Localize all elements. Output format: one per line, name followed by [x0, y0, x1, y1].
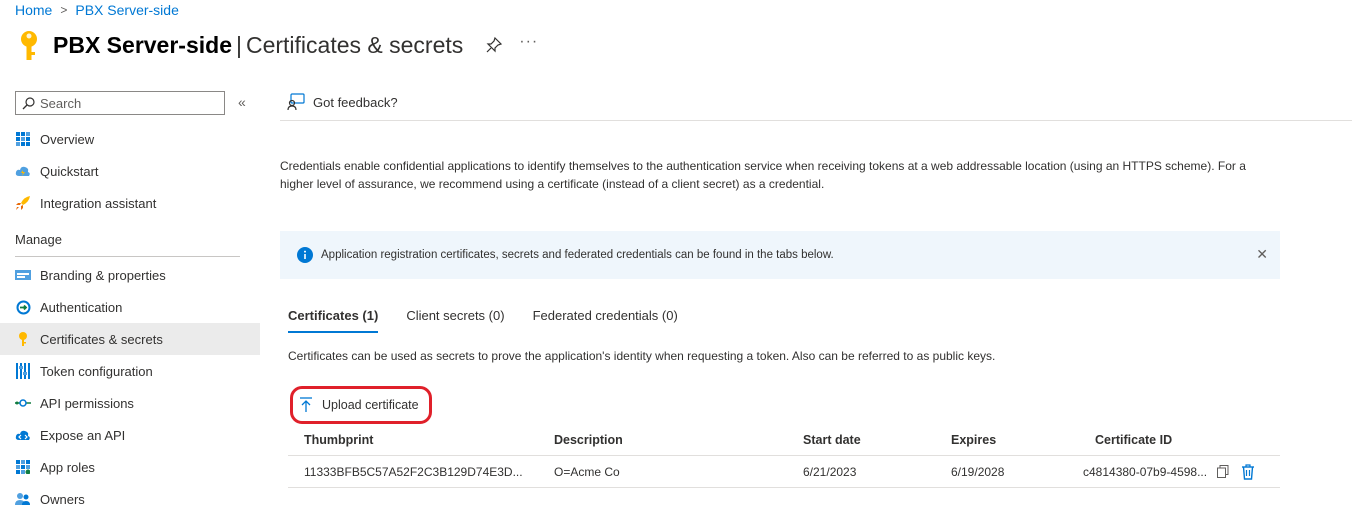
sidebar-item-api-permissions[interactable]: API permissions: [0, 387, 260, 419]
sidebar-item-authentication[interactable]: Authentication: [0, 291, 260, 323]
rocket-icon: [15, 195, 31, 211]
toolbar-divider: [280, 120, 1352, 121]
cell-start-date: 6/21/2023: [803, 464, 857, 479]
info-banner-text: Application registration certificates, s…: [321, 249, 834, 261]
cell-expires: 6/19/2028: [951, 464, 1005, 479]
column-header-thumbprint[interactable]: Thumbprint: [288, 433, 538, 447]
sidebar-item-label: Certificates & secrets: [40, 331, 163, 347]
app-roles-icon: [15, 459, 31, 475]
sidebar-item-label: Token configuration: [40, 363, 153, 379]
info-banner: Application registration certificates, s…: [280, 231, 1280, 279]
tab-client-secrets[interactable]: Client secrets (0): [406, 308, 504, 333]
sidebar-item-branding[interactable]: Branding & properties: [0, 259, 260, 291]
sidebar-item-token-configuration[interactable]: Token configuration: [0, 355, 260, 387]
breadcrumb: Home > PBX Server-side: [15, 2, 179, 18]
close-icon[interactable]: ✕: [1256, 246, 1268, 263]
grid-icon: [15, 131, 31, 147]
column-header-description[interactable]: Description: [538, 433, 787, 447]
sidebar-item-label: Branding & properties: [40, 267, 166, 283]
tab-certificates[interactable]: Certificates (1): [288, 308, 379, 333]
upload-arrow-icon: [300, 397, 312, 412]
pin-icon[interactable]: [485, 36, 503, 54]
cell-thumbprint: 11333BFB5C57A52F2C3B129D74E3D...: [304, 464, 523, 479]
sidebar-item-owners[interactable]: Owners: [0, 483, 260, 515]
collapse-sidebar-icon[interactable]: «: [238, 94, 246, 110]
sidebar-item-label: API permissions: [40, 395, 134, 411]
sidebar-item-label: Expose an API: [40, 427, 126, 443]
owners-icon: [15, 491, 31, 507]
sidebar-item-label: Authentication: [40, 299, 123, 315]
sidebar-item-label: Quickstart: [40, 163, 99, 179]
tab-federated-credentials[interactable]: Federated credentials (0): [533, 308, 678, 333]
sidebar-item-overview[interactable]: Overview: [0, 123, 260, 155]
cloud-icon: [15, 427, 31, 443]
branding-icon: [15, 267, 31, 283]
cell-certificate-id: c4814380-07b9-4598...: [1083, 463, 1280, 480]
upload-certificate-label: Upload certificate: [322, 398, 419, 412]
app-name: PBX Server-side: [53, 31, 232, 58]
breadcrumb-current-link[interactable]: PBX Server-side: [75, 2, 178, 18]
sidebar-item-label: App roles: [40, 459, 95, 475]
page-title: PBX Server-side | Certificates & secrets: [53, 32, 463, 59]
certificates-table: Thumbprint Description Start date Expire…: [288, 424, 1280, 488]
column-header-certificate-id[interactable]: Certificate ID: [1083, 433, 1280, 447]
key-icon: [21, 31, 37, 60]
feedback-person-icon: [287, 93, 305, 111]
table-header: Thumbprint Description Start date Expire…: [288, 424, 1280, 456]
key-icon: [15, 331, 31, 347]
sidebar-item-label: Integration assistant: [40, 195, 157, 211]
table-row[interactable]: 11333BFB5C57A52F2C3B129D74E3D... O=Acme …: [288, 456, 1280, 488]
page-name: Certificates & secrets: [245, 31, 464, 58]
section-heading-manage: Manage: [0, 219, 260, 259]
feedback-button[interactable]: Got feedback?: [287, 93, 398, 111]
upload-certificate-button[interactable]: Upload certificate: [290, 386, 432, 424]
sidebar-item-certificates-secrets[interactable]: Certificates & secrets: [0, 323, 260, 355]
breadcrumb-home-link[interactable]: Home: [15, 2, 52, 18]
delete-icon[interactable]: [1241, 463, 1255, 480]
search-icon: [22, 96, 35, 109]
certificate-id-value: c4814380-07b9-4598...: [1083, 464, 1208, 479]
page-header: PBX Server-side | Certificates & secrets ·…: [15, 28, 538, 62]
sidebar-nav: Overview Quickstart Integration assistan…: [0, 123, 260, 515]
search-input[interactable]: Search: [15, 91, 225, 115]
certificates-description: Certificates can be used as secrets to p…: [288, 349, 996, 363]
authentication-icon: [15, 299, 31, 315]
title-divider: |: [235, 31, 242, 58]
breadcrumb-separator: >: [60, 3, 68, 17]
column-header-expires[interactable]: Expires: [935, 433, 1083, 447]
sidebar-item-integration-assistant[interactable]: Integration assistant: [0, 187, 260, 219]
sidebar-item-expose-api[interactable]: Expose an API: [0, 419, 260, 451]
credentials-description: Credentials enable confidential applicat…: [280, 159, 1246, 191]
column-header-start-date[interactable]: Start date: [787, 433, 935, 447]
credential-tabs: Certificates (1) Client secrets (0) Fede…: [288, 308, 706, 333]
token-bars-icon: [15, 363, 31, 379]
sidebar-item-label: Owners: [40, 491, 85, 507]
sidebar-item-app-roles[interactable]: App roles: [0, 451, 260, 483]
cloud-lightning-icon: [15, 163, 31, 179]
sidebar-item-label: Overview: [40, 131, 95, 147]
cell-description: O=Acme Co: [554, 464, 620, 479]
feedback-label: Got feedback?: [313, 94, 398, 110]
sidebar-item-quickstart[interactable]: Quickstart: [0, 155, 260, 187]
copy-icon[interactable]: [1217, 465, 1229, 478]
api-permissions-icon: [15, 395, 31, 411]
search-placeholder: Search: [40, 95, 82, 111]
info-icon: [297, 247, 313, 263]
more-options-icon[interactable]: ···: [519, 33, 538, 51]
